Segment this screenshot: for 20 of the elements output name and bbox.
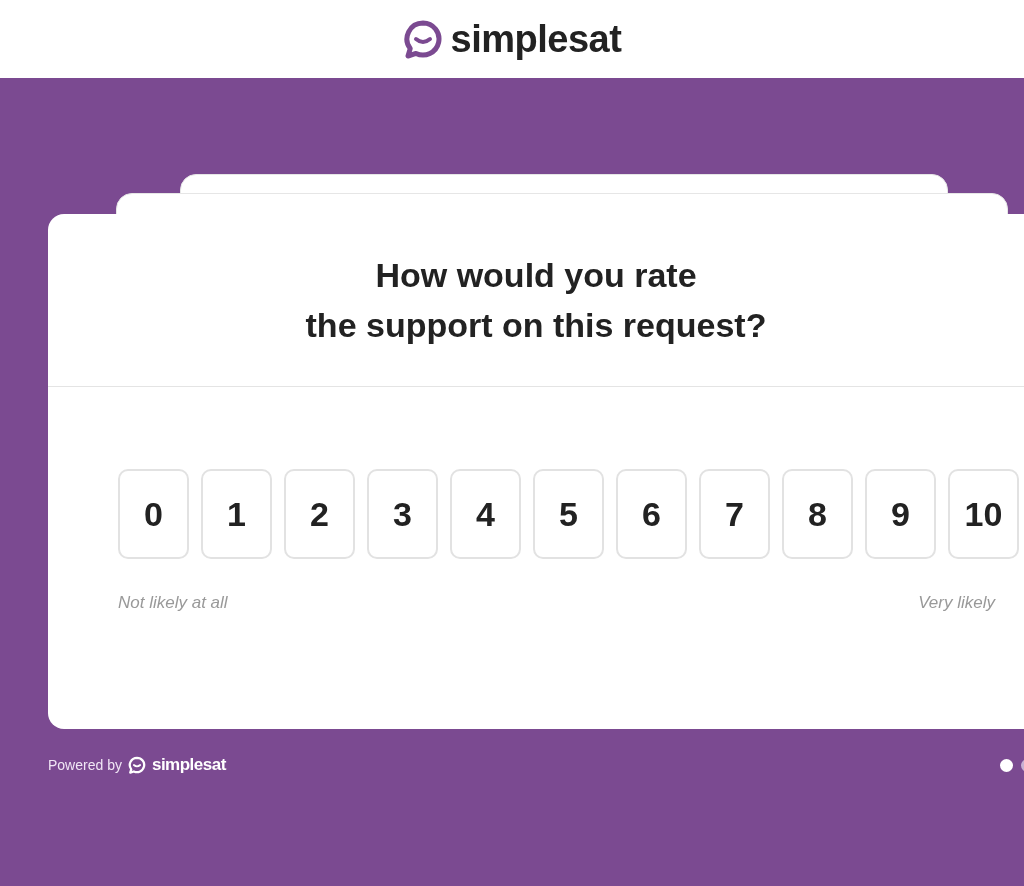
chat-bubble-icon (127, 756, 146, 774)
rating-button[interactable]: 10 (948, 469, 1019, 559)
brand-name: simplesat (450, 17, 622, 61)
brand-name: simplesat (151, 755, 226, 775)
rating-button[interactable]: 0 (118, 469, 189, 559)
rating-button[interactable]: 4 (450, 469, 521, 559)
question-text: How would you rate the support on this request? (305, 255, 767, 346)
rating-button[interactable]: 1 (201, 469, 272, 559)
chat-bubble-icon (402, 19, 443, 59)
low-label: Not likely at all (118, 593, 228, 613)
high-label: Very likely (918, 593, 995, 613)
rating-button[interactable]: 8 (782, 469, 853, 559)
powered-by-text: Powered by (48, 757, 122, 773)
page-dot[interactable] (1000, 758, 1013, 772)
rating-button[interactable]: 6 (616, 469, 687, 559)
rating-button[interactable]: 5 (533, 469, 604, 559)
rating-button[interactable]: 7 (699, 469, 770, 559)
rating-button[interactable]: 3 (367, 469, 438, 559)
rating-button[interactable]: 9 (865, 469, 936, 559)
rating-button[interactable]: 2 (284, 469, 355, 559)
